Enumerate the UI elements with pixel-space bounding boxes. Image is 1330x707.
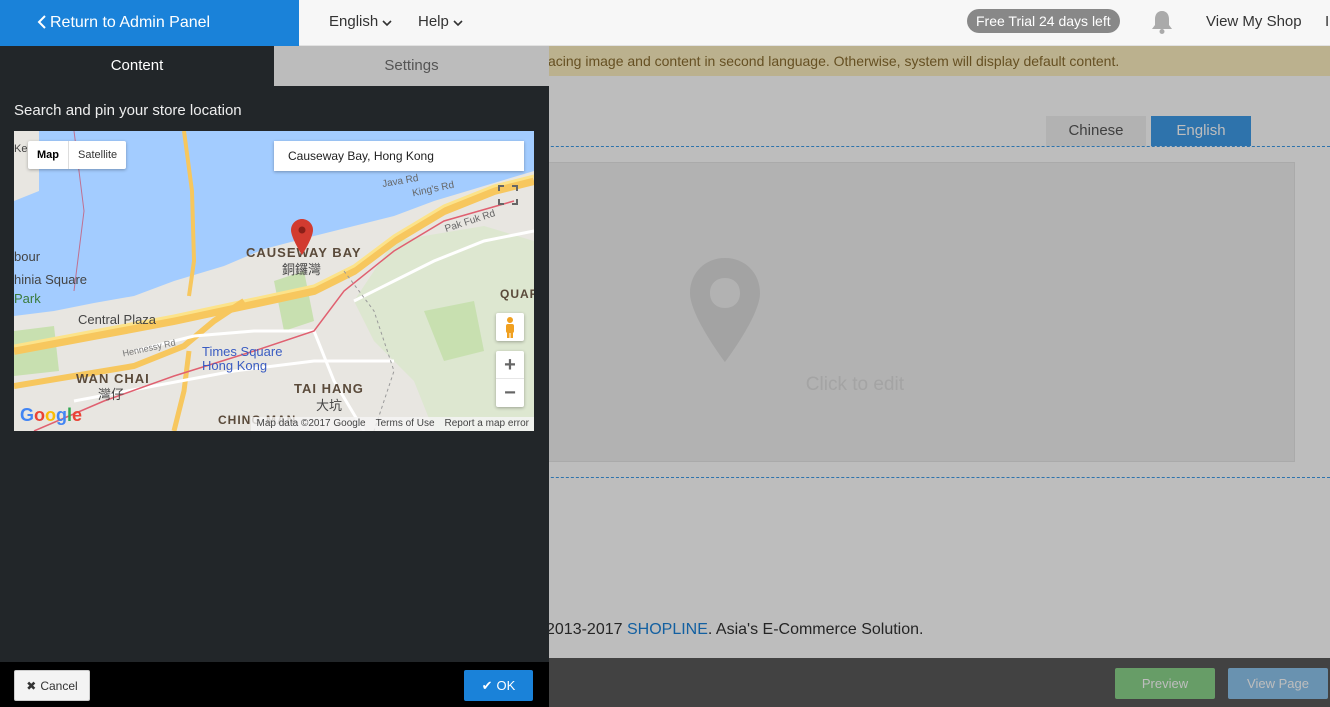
map-attribution: Map data ©2017 Google Terms of Use Repor… (251, 417, 534, 431)
map-label-central-plaza: Central Plaza (78, 312, 157, 327)
ok-button[interactable]: ✔ OK (464, 670, 533, 701)
panel-footer: ✖ Cancel ✔ OK (0, 662, 549, 707)
location-instruction-label: Search and pin your store location (14, 102, 242, 119)
view-my-shop-link[interactable]: View My Shop (1206, 13, 1302, 30)
bell-icon[interactable] (1150, 9, 1174, 35)
map-type-satellite-button[interactable]: Satellite (69, 141, 126, 169)
editor-side-panel: Content Settings Search and pin your sto… (0, 46, 549, 707)
checkmark-icon: ✔ (481, 677, 493, 693)
map-label-causeway-bay-zh: 銅鑼灣 (282, 262, 322, 277)
pegman-icon (506, 317, 514, 338)
fullscreen-icon[interactable] (495, 182, 521, 208)
map-label-tai-hang: TAI HANG (294, 381, 364, 396)
chevron-left-icon (37, 15, 46, 29)
chevron-down-icon (453, 20, 463, 27)
map-label-harbour: bour (14, 249, 41, 264)
language-dropdown[interactable]: English (329, 13, 392, 30)
tab-settings[interactable]: Settings (274, 46, 549, 86)
modal-backdrop[interactable] (549, 46, 1330, 707)
language-dropdown-label: English (329, 13, 379, 30)
map-type-control: Map Satellite (28, 141, 127, 169)
map-tiles (14, 131, 534, 431)
zoom-control: + − (496, 351, 524, 407)
help-dropdown-label: Help (418, 13, 449, 30)
google-logo: Google (20, 405, 83, 425)
map-label-times-square: Times Square (202, 344, 283, 359)
help-dropdown[interactable]: Help (418, 13, 463, 30)
street-view-pegman-button[interactable] (496, 313, 524, 341)
ok-button-label: OK (496, 678, 516, 693)
map-label-ke: Ke (14, 143, 28, 155)
free-trial-badge[interactable]: Free Trial 24 days left (967, 9, 1120, 33)
map-label-wan-chai-zh: 灣仔 (98, 387, 125, 402)
map-type-map-button[interactable]: Map (28, 141, 69, 169)
cancel-button[interactable]: ✖ Cancel (14, 670, 90, 701)
google-map[interactable]: Ke CAUSEWAY BAY 銅鑼灣 bour hinia Square Pa… (14, 131, 534, 431)
panel-tabs: Content Settings (0, 46, 549, 86)
zoom-out-button[interactable]: − (496, 379, 524, 407)
top-navigation-bar: Return to Admin Panel English Help Free … (0, 0, 1330, 46)
report-map-error-link[interactable]: Report a map error (440, 417, 534, 431)
map-search-input[interactable] (274, 141, 524, 171)
close-icon: ✖ (26, 678, 37, 693)
zoom-in-button[interactable]: + (496, 351, 524, 379)
tab-content[interactable]: Content (0, 46, 274, 86)
location-marker-icon[interactable] (291, 219, 313, 255)
cancel-button-label: Cancel (40, 678, 78, 693)
truncated-nav-item[interactable]: I (1325, 13, 1329, 30)
chevron-down-icon (382, 20, 392, 27)
map-label-park: Park (14, 291, 41, 306)
terms-of-use-link[interactable]: Terms of Use (371, 417, 440, 431)
map-label-tai-hang-zh: 大坑 (316, 398, 343, 413)
map-data-credit: Map data ©2017 Google (256, 418, 366, 429)
return-to-admin-label: Return to Admin Panel (50, 14, 211, 31)
map-label-china-square: hinia Square (14, 272, 87, 287)
return-to-admin-button[interactable]: Return to Admin Panel (0, 0, 299, 46)
map-label-quarry: QUAR (500, 287, 534, 301)
map-label-hong-kong: Hong Kong (202, 358, 268, 373)
